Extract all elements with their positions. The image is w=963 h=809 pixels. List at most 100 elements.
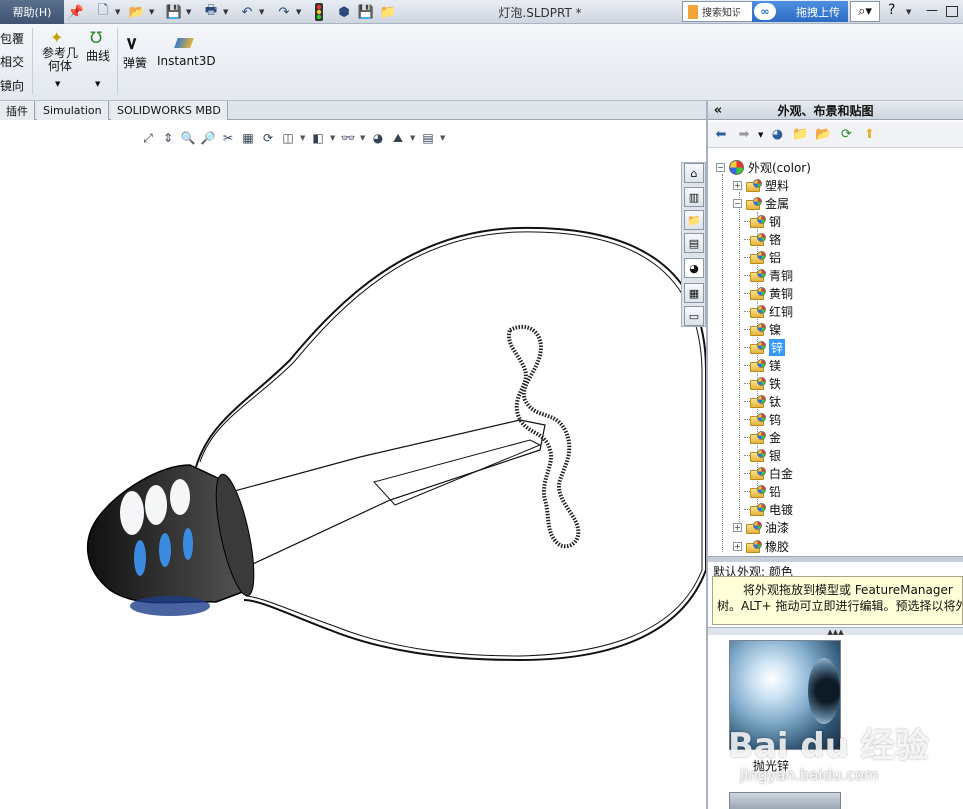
tree-node-metal-item[interactable]: 黄铜 (744, 284, 793, 302)
folder-appearance-icon (746, 520, 762, 534)
ribbon-spring[interactable]: 弹簧 (123, 54, 147, 71)
ribbon-divider (32, 28, 33, 94)
undo-icon[interactable]: ↶ (237, 2, 257, 22)
folder-appearance-icon (750, 394, 766, 408)
save-icon[interactable]: 💾 (164, 2, 184, 22)
custom-properties-icon[interactable]: ▦ (684, 283, 704, 303)
tree-label: 橡胶 (765, 539, 790, 554)
tree-node-metal-item[interactable]: 锌 (744, 338, 786, 356)
ribbon-instant3d[interactable]: Instant3D (157, 54, 216, 68)
tree-node-metal-item[interactable]: 铁 (744, 374, 782, 392)
add-to-library-icon[interactable]: ◕ (768, 126, 786, 144)
back-icon[interactable]: ⬅ (712, 126, 730, 144)
folder-appearance-icon (750, 286, 766, 300)
collapse-icon[interactable]: « (708, 103, 728, 118)
bulb-model[interactable] (0, 120, 706, 809)
tree-node-metal-item[interactable]: 铬 (744, 230, 781, 248)
add-folder-icon[interactable]: 📁 (791, 126, 809, 144)
tab-solidworks-mbd[interactable]: SOLIDWORKS MBD (111, 101, 228, 120)
open-dropdown-icon[interactable]: ▼ (149, 6, 157, 18)
menu-help[interactable]: 帮助(H) (0, 0, 64, 24)
up-folder-icon[interactable]: ⬆ (860, 126, 878, 144)
tree-node-metal-item[interactable]: 红铜 (744, 302, 793, 320)
collapse-metal-icon[interactable]: − (733, 198, 742, 208)
tree-node-rubber[interactable]: + 橡胶 (733, 537, 789, 555)
curves-icon[interactable]: Ʊ (90, 28, 102, 47)
expand-plastic-icon[interactable]: + (733, 180, 742, 190)
tab-addins[interactable]: 插件 (0, 101, 35, 120)
folder-appearance-icon (750, 322, 766, 336)
tree-node-metal-item[interactable]: 镁 (744, 356, 782, 374)
tree-label: 镁 (769, 358, 782, 373)
tree-node-metal-item[interactable]: 白金 (744, 464, 793, 482)
folder-appearance-icon (750, 250, 766, 264)
tree-node-metal-item[interactable]: 钛 (744, 392, 781, 410)
thread-highlight (120, 491, 144, 535)
ribbon-intersect[interactable]: 相交 (0, 53, 24, 70)
print-icon[interactable]: 🖶 (201, 2, 221, 22)
ribbon-mirror[interactable]: 镜向 (0, 77, 24, 94)
options-icon[interactable]: 📁 (378, 2, 398, 22)
open-folder-disabled-icon[interactable]: 📂 (814, 126, 832, 144)
tree-node-root[interactable]: − 外观(color) (716, 158, 811, 176)
spring-icon[interactable]: 𝐕 (127, 37, 136, 53)
tree-node-metal-item[interactable]: 银 (744, 446, 782, 464)
restore-button[interactable] (946, 6, 958, 17)
save-dropdown-icon[interactable]: ▼ (186, 6, 194, 18)
expand-rubber-icon[interactable]: + (733, 541, 742, 551)
tree-node-metal-item[interactable]: 电镀 (744, 500, 793, 518)
pin-icon[interactable]: 📌 (66, 2, 86, 22)
expand-paint-icon[interactable]: + (733, 522, 742, 532)
forum-icon[interactable]: ▭ (684, 306, 704, 326)
minimize-button[interactable]: — (926, 3, 938, 17)
folder-appearance-icon (750, 376, 766, 390)
tab-simulation[interactable]: Simulation (37, 101, 109, 120)
appearances-tab-icon[interactable]: ◕ (684, 258, 704, 278)
appearance-swatch-next[interactable] (729, 792, 841, 809)
rebuild-icon[interactable] (309, 2, 329, 22)
ribbon-curves[interactable]: 曲线 (86, 47, 110, 64)
undo-dropdown-icon[interactable]: ▼ (259, 6, 267, 18)
tree-node-metal-item[interactable]: 铝 (744, 248, 781, 266)
new-document-icon[interactable]: 🗋 (93, 2, 113, 22)
tree-node-metal-item[interactable]: 钢 (744, 212, 782, 230)
curves-dropdown-icon[interactable]: ▼ (95, 80, 100, 88)
open-folder-icon[interactable]: 📂 (127, 2, 147, 22)
forward-icon[interactable]: ➡ (735, 126, 753, 144)
tree-label: 银 (769, 448, 782, 463)
tree-label: 钢 (769, 214, 782, 229)
collapse-root-icon[interactable]: − (716, 162, 725, 172)
file-explorer-icon[interactable]: 📁 (684, 210, 704, 230)
help-icon[interactable]: ? (888, 2, 895, 18)
tree-label: 铁 (769, 376, 782, 391)
tree-node-paint[interactable]: + 油漆 (733, 518, 789, 536)
hint-tooltip: 将外观拖放到模型或 FeatureManager 树。ALT+ 拖动可立即进行编… (712, 576, 963, 625)
view-palette-icon[interactable]: ▤ (684, 233, 704, 253)
resources-home-icon[interactable]: ⌂ (684, 163, 704, 183)
tree-node-metal-item[interactable]: 镍 (744, 320, 781, 338)
tree-node-metal-item[interactable]: 青铜 (744, 266, 793, 284)
redo-icon[interactable]: ↷ (274, 2, 294, 22)
tree-node-plastic[interactable]: + 塑料 (733, 176, 789, 194)
part-icon[interactable]: ⬢ (334, 2, 354, 22)
tree-node-metal-item[interactable]: 金 (744, 428, 781, 446)
search-magnifier-icon[interactable]: ⌕▾ (850, 1, 880, 22)
reference-geometry-icon[interactable]: ✦ (50, 28, 63, 47)
save-all-icon[interactable]: 💾 (356, 2, 376, 22)
new-dropdown-icon[interactable]: ▼ (115, 6, 123, 18)
pane-resize-grip[interactable]: ▲▲▲ (708, 627, 963, 636)
ribbon-wrap[interactable]: 包覆 (0, 30, 24, 47)
history-dropdown-icon[interactable]: ▼ (758, 131, 763, 139)
ribbon-reference-geometry[interactable]: 参考几何体 (40, 47, 80, 73)
print-dropdown-icon[interactable]: ▼ (223, 6, 231, 18)
reference-dropdown-icon[interactable]: ▼ (55, 80, 60, 88)
tree-node-metal-item[interactable]: 钨 (744, 410, 781, 428)
tree-node-metal[interactable]: − 金属 (733, 194, 789, 212)
panel-splitter[interactable] (708, 556, 963, 562)
redo-dropdown-icon[interactable]: ▼ (296, 6, 304, 18)
tree-node-metal-item[interactable]: 铅 (744, 482, 781, 500)
help-dropdown-icon[interactable]: ▼ (906, 6, 914, 18)
design-library-icon[interactable]: ▥ (684, 187, 704, 207)
refresh-icon[interactable]: ⟳ (837, 126, 855, 144)
folder-appearance-icon (750, 430, 766, 444)
